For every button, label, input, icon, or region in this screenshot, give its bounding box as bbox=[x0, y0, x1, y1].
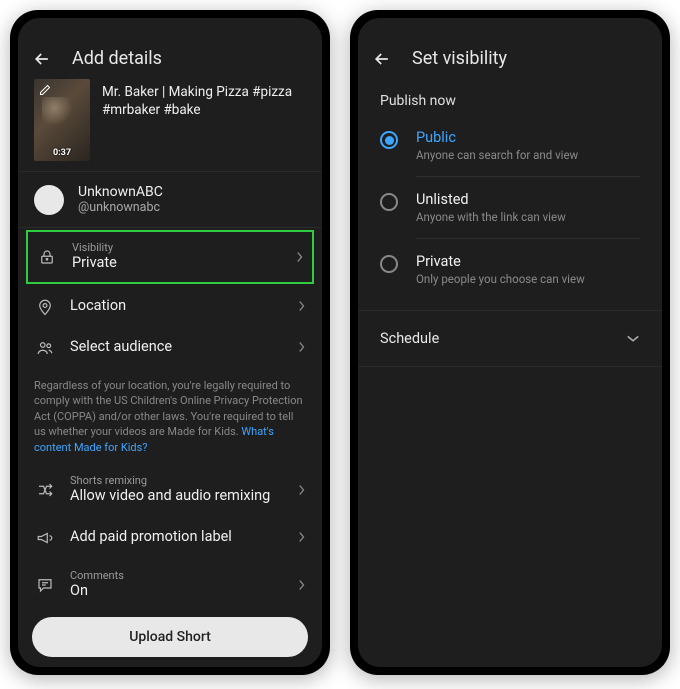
phone-right: Set visibility Publish now Public Anyone… bbox=[350, 10, 670, 675]
visibility-value: Private bbox=[72, 254, 282, 273]
option-title: Private bbox=[416, 253, 585, 270]
location-row[interactable]: Location bbox=[18, 286, 322, 327]
visibility-label: Visibility bbox=[72, 241, 282, 254]
schedule-row[interactable]: Schedule bbox=[358, 311, 662, 366]
visibility-row[interactable]: Visibility Private bbox=[26, 230, 314, 284]
page-title: Set visibility bbox=[412, 48, 507, 69]
account-row[interactable]: UnknownABC @unknownabc bbox=[18, 172, 322, 227]
header: Add details bbox=[18, 36, 322, 79]
megaphone-icon bbox=[34, 529, 56, 547]
publish-now-label: Publish now bbox=[358, 79, 662, 115]
option-title: Unlisted bbox=[416, 191, 566, 208]
schedule-label: Schedule bbox=[380, 330, 439, 347]
video-duration: 0:37 bbox=[53, 148, 71, 158]
account-name: UnknownABC bbox=[78, 184, 163, 200]
chevron-right-icon bbox=[298, 338, 306, 357]
promotion-row[interactable]: Add paid promotion label bbox=[18, 517, 322, 558]
upload-short-button[interactable]: Upload Short bbox=[32, 617, 308, 657]
remix-label: Shorts remixing bbox=[70, 474, 284, 487]
comment-icon bbox=[34, 576, 56, 594]
chevron-right-icon bbox=[296, 248, 304, 267]
audience-label: Select audience bbox=[70, 338, 284, 357]
audience-row[interactable]: Select audience bbox=[18, 327, 322, 368]
header: Set visibility bbox=[358, 36, 662, 79]
comments-value: On bbox=[70, 582, 284, 601]
chevron-right-icon bbox=[298, 297, 306, 316]
people-icon bbox=[34, 339, 56, 357]
option-private[interactable]: Private Only people you choose can view bbox=[358, 239, 662, 300]
video-thumbnail[interactable]: 0:37 bbox=[34, 79, 90, 161]
option-desc: Anyone with the link can view bbox=[416, 210, 566, 224]
location-icon bbox=[34, 298, 56, 316]
screen-add-details: Add details 0:37 Mr. Baker | Making Pizz… bbox=[18, 18, 322, 667]
legal-text: Regardless of your location, you're lega… bbox=[18, 368, 322, 463]
comments-label: Comments bbox=[70, 569, 284, 582]
video-info: 0:37 Mr. Baker | Making Pizza #pizza #mr… bbox=[18, 79, 322, 171]
option-unlisted[interactable]: Unlisted Anyone with the link can view bbox=[358, 177, 662, 238]
chevron-right-icon bbox=[298, 481, 306, 500]
option-desc: Anyone can search for and view bbox=[416, 148, 578, 162]
page-title: Add details bbox=[72, 48, 162, 69]
screen-set-visibility: Set visibility Publish now Public Anyone… bbox=[358, 18, 662, 667]
location-label: Location bbox=[70, 297, 284, 316]
remix-value: Allow video and audio remixing bbox=[70, 487, 284, 506]
option-desc: Only people you choose can view bbox=[416, 272, 585, 286]
back-icon[interactable] bbox=[372, 49, 392, 69]
chevron-down-icon bbox=[626, 329, 640, 348]
pencil-icon bbox=[38, 83, 52, 97]
promotion-label: Add paid promotion label bbox=[70, 528, 284, 547]
video-title[interactable]: Mr. Baker | Making Pizza #pizza #mrbaker… bbox=[102, 79, 306, 161]
chevron-right-icon bbox=[298, 576, 306, 595]
remix-icon bbox=[34, 481, 56, 499]
back-icon[interactable] bbox=[32, 49, 52, 69]
chevron-right-icon bbox=[298, 528, 306, 547]
radio-icon bbox=[380, 255, 398, 273]
radio-icon bbox=[380, 193, 398, 211]
lock-icon bbox=[36, 248, 58, 266]
remixing-row[interactable]: Shorts remixing Allow video and audio re… bbox=[18, 463, 322, 517]
account-handle: @unknownabc bbox=[78, 200, 163, 215]
option-public[interactable]: Public Anyone can search for and view bbox=[358, 115, 662, 176]
phone-left: Add details 0:37 Mr. Baker | Making Pizz… bbox=[10, 10, 330, 675]
comments-row[interactable]: Comments On bbox=[18, 558, 322, 611]
avatar bbox=[34, 185, 64, 215]
option-title: Public bbox=[416, 129, 578, 146]
radio-selected-icon bbox=[380, 131, 398, 149]
